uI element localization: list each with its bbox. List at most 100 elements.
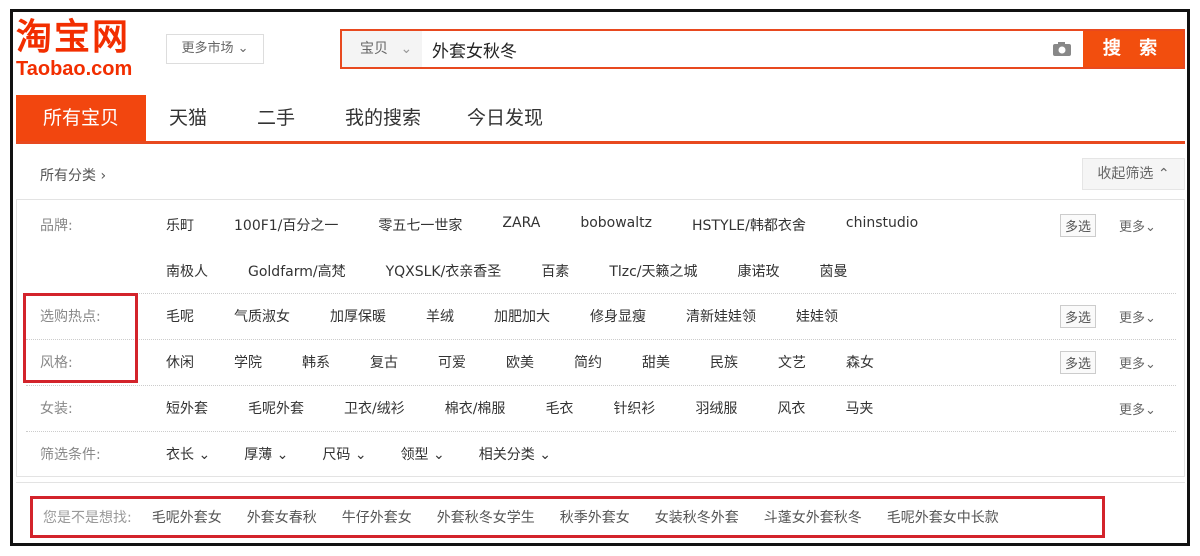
collapse-filter-button[interactable]: 收起筛选 ⌃ — [1082, 158, 1185, 190]
filter-option[interactable]: 羊绒 — [426, 306, 454, 326]
filter-row-women: 女装: 短外套 毛呢外套 卫衣/绒衫 棉衣/棉服 毛衣 针织衫 羽绒服 风衣 马夹 更多⌄ — [16, 385, 1185, 431]
suggestions-label: 您是不是想找: — [43, 510, 132, 526]
filter-option[interactable]: 娃娃领 — [796, 306, 838, 326]
condition-dropdowns: 衣长 ⌄ 厚薄 ⌄ 尺码 ⌄ 领型 ⌄ 相关分类 ⌄ — [166, 444, 585, 464]
filter-row-conditions: 筛选条件: 衣长 ⌄ 厚薄 ⌄ 尺码 ⌄ 领型 ⌄ 相关分类 ⌄ — [16, 431, 1185, 477]
filter-option[interactable]: 短外套 — [166, 398, 208, 418]
filter-option[interactable]: 领型 ⌄ — [401, 444, 445, 464]
filter-option[interactable]: 乐町 — [166, 215, 194, 235]
category-label: 宝贝 — [360, 41, 388, 57]
filter-option[interactable]: 100F1/百分之一 — [234, 215, 338, 235]
filter-row-brand: 品牌: 乐町 100F1/百分之一 零五七一世家 ZARA bobowaltz HSTYL… — [16, 202, 1185, 248]
logo-cn: 淘宝网 — [16, 17, 131, 58]
filter-option[interactable]: ZARA — [502, 215, 540, 235]
brand-items: 南极人 Goldfarm/高梵 YQXSLK/衣亲香圣 百素 Tlzc/天籁之城 康诺玫 茵… — [166, 261, 888, 281]
multi-select-button[interactable]: 多选 — [1060, 213, 1097, 237]
hot-items: 毛呢 气质淑女 加厚保暖 羊绒 加肥加大 修身显瘦 清新娃娃领 娃娃领 — [166, 306, 878, 326]
brand-items: 乐町 100F1/百分之一 零五七一世家 ZARA bobowaltz HSTYLE/韩都… — [166, 215, 958, 235]
filter-option[interactable]: 相关分类 ⌄ — [479, 444, 551, 464]
filter-option[interactable]: 民族 — [710, 352, 738, 372]
suggestion-link[interactable]: 女装秋冬外套 — [655, 507, 739, 527]
filter-option[interactable]: 加厚保暖 — [330, 306, 386, 326]
search-tabs: 所有宝贝 天猫 二手 我的搜索 今日发现 — [16, 95, 1185, 144]
tab-today-discover[interactable]: 今日发现 — [444, 95, 566, 141]
filter-option[interactable]: 康诺玫 — [738, 261, 780, 281]
filter-option[interactable]: chinstudio — [846, 215, 918, 235]
more-button[interactable]: 更多⌄ — [1119, 216, 1156, 235]
tab-tmall[interactable]: 天猫 — [146, 95, 230, 141]
suggestion-list: 毛呢外套女 外套女春秋 牛仔外套女 外套秋冬女学生 秋季外套女 女装秋冬外套 斗蓬女外套秋冬… — [152, 507, 1024, 527]
filter-option[interactable]: 马夹 — [845, 398, 873, 418]
filter-option[interactable]: 风衣 — [777, 398, 805, 418]
filter-option[interactable]: 清新娃娃领 — [686, 306, 756, 326]
suggestion-link[interactable]: 斗蓬女外套秋冬 — [764, 507, 862, 527]
filter-option[interactable]: 学院 — [234, 352, 262, 372]
filter-option[interactable]: 百素 — [541, 261, 569, 281]
filter-option[interactable]: 韩系 — [302, 352, 330, 372]
filter-row-hot: 选购热点: 毛呢 气质淑女 加厚保暖 羊绒 加肥加大 修身显瘦 清新娃娃领 娃娃领 多选 更多… — [16, 293, 1185, 339]
filter-option[interactable]: 羽绒服 — [695, 398, 737, 418]
filter-option[interactable]: YQXSLK/衣亲香圣 — [386, 261, 502, 281]
suggestion-link[interactable]: 毛呢外套女 — [152, 507, 222, 527]
filter-option[interactable]: 棉衣/棉服 — [445, 398, 506, 418]
filter-option[interactable]: Goldfarm/高梵 — [248, 261, 346, 281]
highlight-box — [23, 293, 138, 383]
suggestion-link[interactable]: 秋季外套女 — [560, 507, 630, 527]
filter-label: 筛选条件: — [40, 447, 101, 463]
multi-select-button[interactable]: 多选 — [1060, 350, 1097, 374]
filter-option[interactable]: 修身显瘦 — [590, 306, 646, 326]
filter-option[interactable]: 毛衣 — [545, 398, 573, 418]
search-category-select[interactable]: 宝贝 ⌄ — [342, 31, 422, 67]
logo-en: Taobao.com — [16, 58, 133, 80]
search-button[interactable]: 搜 索 — [1083, 31, 1183, 67]
filter-option[interactable]: 复古 — [370, 352, 398, 372]
filter-option[interactable]: HSTYLE/韩都衣舍 — [692, 215, 806, 235]
filter-option[interactable]: 南极人 — [166, 261, 208, 281]
filter-row-style: 风格: 休闲 学院 韩系 复古 可爱 欧美 简约 甜美 民族 文艺 森女 多选 更多⌄ — [16, 339, 1185, 385]
filter-option[interactable]: 衣长 ⌄ — [166, 444, 210, 464]
filter-option[interactable]: 尺码 ⌄ — [322, 444, 366, 464]
filter-option[interactable]: 气质淑女 — [234, 306, 290, 326]
more-markets-select[interactable]: 更多市场 ⌄ — [166, 34, 264, 64]
chevron-down-icon: ⌄ — [400, 41, 413, 57]
filter-option[interactable]: 森女 — [846, 352, 874, 372]
style-items: 休闲 学院 韩系 复古 可爱 欧美 简约 甜美 民族 文艺 森女 — [166, 352, 914, 372]
more-button[interactable]: 更多⌄ — [1119, 307, 1156, 326]
filter-option[interactable]: 零五七一世家 — [378, 215, 462, 235]
filter-row-brand-2: 南极人 Goldfarm/高梵 YQXSLK/衣亲香圣 百素 Tlzc/天籁之城 康诺玫 茵… — [16, 248, 1185, 294]
filter-option[interactable]: 加肥加大 — [494, 306, 550, 326]
filter-option[interactable]: 欧美 — [506, 352, 534, 372]
suggestions-bar: 您是不是想找: 毛呢外套女 外套女春秋 牛仔外套女 外套秋冬女学生 秋季外套女 女装秋冬外… — [30, 496, 1105, 538]
filter-option[interactable]: 毛呢外套 — [248, 398, 304, 418]
filter-option[interactable]: 茵曼 — [820, 261, 848, 281]
filter-label: 品牌: — [40, 218, 73, 234]
more-button[interactable]: 更多⌄ — [1119, 399, 1156, 418]
filter-option[interactable]: 甜美 — [642, 352, 670, 372]
filter-label: 女装: — [40, 401, 73, 417]
women-items: 短外套 毛呢外套 卫衣/绒衫 棉衣/棉服 毛衣 针织衫 羽绒服 风衣 马夹 — [166, 398, 913, 418]
filter-option[interactable]: Tlzc/天籁之城 — [609, 261, 697, 281]
filter-option[interactable]: 可爱 — [438, 352, 466, 372]
more-button[interactable]: 更多⌄ — [1119, 353, 1156, 372]
filter-option[interactable]: 卫衣/绒衫 — [344, 398, 405, 418]
search-bar: 宝贝 ⌄ 搜 索 — [340, 29, 1185, 69]
tab-second-hand[interactable]: 二手 — [230, 95, 322, 141]
suggestion-link[interactable]: 牛仔外套女 — [342, 507, 412, 527]
breadcrumb[interactable]: 所有分类 › — [40, 165, 106, 185]
suggestion-link[interactable]: 外套秋冬女学生 — [437, 507, 535, 527]
suggestion-link[interactable]: 外套女春秋 — [247, 507, 317, 527]
filter-option[interactable]: bobowaltz — [580, 215, 652, 235]
suggestion-link[interactable]: 毛呢外套女中长款 — [887, 507, 999, 527]
tab-all-items[interactable]: 所有宝贝 — [16, 95, 146, 141]
multi-select-button[interactable]: 多选 — [1060, 304, 1097, 328]
filter-option[interactable]: 毛呢 — [166, 306, 194, 326]
filter-option[interactable]: 厚薄 ⌄ — [244, 444, 288, 464]
search-input[interactable] — [422, 31, 1041, 67]
tab-my-searches[interactable]: 我的搜索 — [322, 95, 444, 141]
filter-option[interactable]: 休闲 — [166, 352, 194, 372]
camera-icon[interactable] — [1041, 31, 1083, 67]
taobao-logo[interactable]: 淘宝网 Taobao.com — [16, 17, 133, 81]
filter-option[interactable]: 针织衫 — [613, 398, 655, 418]
filter-option[interactable]: 简约 — [574, 352, 602, 372]
filter-option[interactable]: 文艺 — [778, 352, 806, 372]
